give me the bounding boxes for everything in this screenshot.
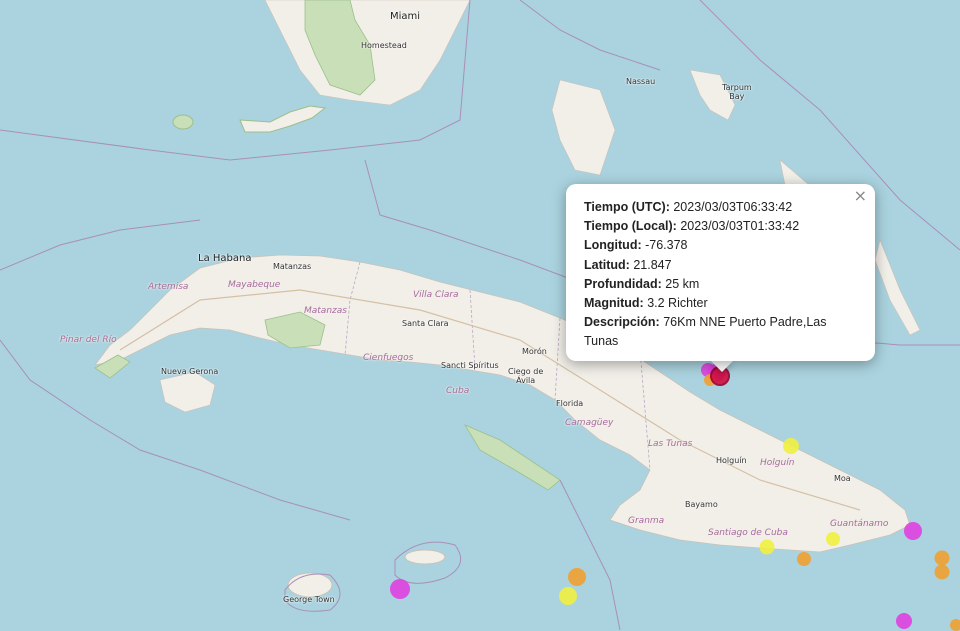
label-nassau: Nassau — [626, 77, 656, 86]
label-santa-clara: Santa Clara — [402, 319, 449, 328]
label-villa-clara: Villa Clara — [413, 290, 459, 300]
row-latitud: Latitud: 21.847 — [584, 256, 857, 275]
label-matanzas-city: Matanzas — [273, 262, 312, 271]
earthquake-popup: × Tiempo (UTC): 2023/03/03T06:33:42 Tiem… — [566, 184, 875, 361]
tiempo-utc-label: Tiempo (UTC): — [584, 200, 670, 214]
label-george-town: George Town — [283, 595, 335, 604]
label-homestead: Homestead — [361, 41, 407, 50]
row-descripcion: Descripción: 76Km NNE Puerto Padre,Las T… — [584, 313, 857, 351]
label-artemisa: Artemisa — [148, 282, 189, 292]
earthquake-marker[interactable] — [950, 619, 960, 631]
longitud-value: -76.378 — [645, 238, 688, 253]
label-pinar-del-rio: Pinar del Río — [60, 335, 117, 345]
earthquake-marker[interactable] — [896, 613, 912, 629]
label-ciego-de-avila: Ciego de Ávila — [508, 367, 544, 385]
label-santiago: Santiago de Cuba — [708, 528, 788, 538]
label-nueva-gerona: Nueva Gerona — [161, 367, 219, 376]
earthquake-marker[interactable] — [390, 579, 410, 599]
longitud-label: Longitud: — [584, 238, 642, 253]
label-moron: Morón — [522, 347, 547, 356]
tiempo-local-label: Tiempo (Local): — [584, 219, 677, 234]
label-la-habana: La Habana — [198, 253, 252, 264]
label-holguin-city: Holguín — [716, 456, 747, 465]
profundidad-label: Profundidad: — [584, 276, 662, 291]
label-miami: Miami — [390, 11, 421, 22]
earthquake-marker[interactable] — [826, 532, 840, 546]
label-cuba: Cuba — [446, 386, 470, 396]
island-cayman-brac — [404, 549, 446, 565]
label-cienfuegos: Cienfuegos — [363, 353, 414, 363]
row-profundidad: Profundidad: 25 km — [584, 275, 857, 294]
earthquake-marker[interactable] — [783, 438, 799, 454]
label-moa: Moa — [834, 474, 851, 483]
earthquake-marker[interactable] — [934, 550, 950, 566]
descripcion-label: Descripción: — [584, 315, 660, 330]
row-tiempo-utc: Tiempo (UTC): 2023/03/03T06:33:42 — [584, 198, 857, 217]
tiempo-local-value: 2023/03/03T01:33:42 — [680, 219, 800, 234]
earthquake-marker[interactable] — [904, 522, 922, 540]
earthquake-marker[interactable] — [797, 552, 811, 566]
earthquake-marker[interactable] — [559, 587, 577, 605]
magnitud-label: Magnitud: — [584, 296, 644, 311]
label-mayabeque: Mayabeque — [228, 280, 281, 290]
earthquake-marker[interactable] — [759, 539, 775, 555]
label-matanzas-prov: Matanzas — [304, 306, 347, 316]
close-icon[interactable]: × — [854, 188, 867, 204]
row-tiempo-local: Tiempo (Local): 2023/03/03T01:33:42 — [584, 217, 857, 236]
label-bayamo: Bayamo — [685, 500, 718, 509]
row-magnitud: Magnitud: 3.2 Richter — [584, 294, 857, 313]
earthquake-marker[interactable] — [568, 568, 586, 586]
label-tarpum-bay: Tarpum Bay — [722, 83, 752, 101]
latitud-value: 21.847 — [633, 257, 672, 272]
island-bimini — [172, 114, 194, 130]
profundidad-value: 25 km — [665, 276, 700, 291]
magnitud-value: 3.2 Richter — [647, 296, 708, 311]
label-holguin-prov: Holguín — [760, 458, 795, 468]
label-las-tunas: Las Tunas — [648, 439, 693, 449]
latitud-label: Latitud: — [584, 257, 630, 272]
tiempo-utc-value: 2023/03/03T06:33:42 — [673, 200, 793, 214]
label-guantanamo: Guantánamo — [830, 519, 889, 529]
earthquake-marker[interactable] — [934, 564, 950, 580]
label-florida: Florida — [556, 399, 584, 408]
label-sancti-spiritus: Sancti Spíritus — [441, 361, 499, 370]
label-granma: Granma — [628, 516, 665, 526]
island-grand-cayman — [287, 572, 333, 598]
label-camaguey: Camagüey — [565, 418, 614, 428]
popup-tip — [710, 360, 734, 372]
row-longitud: Longitud: -76.378 — [584, 236, 857, 255]
